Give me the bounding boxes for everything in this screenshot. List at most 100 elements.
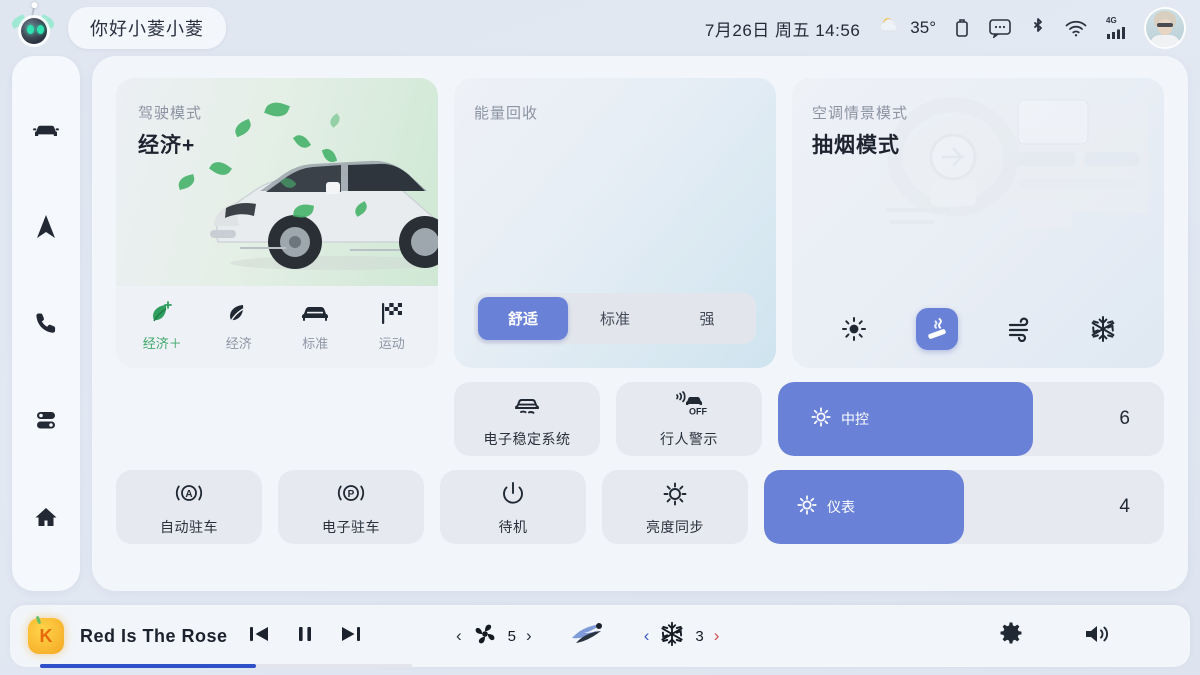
instrument-value: 4 — [1119, 496, 1130, 518]
assistant-orb-icon[interactable] — [10, 5, 56, 51]
ac-scene-selector — [812, 308, 1144, 350]
standby-label: 待机 — [499, 517, 528, 537]
energy-option-standard[interactable]: 标准 — [570, 297, 660, 340]
album-art-icon[interactable]: K — [28, 618, 64, 654]
fan-increase-button[interactable]: › — [526, 626, 532, 646]
pause-icon[interactable] — [296, 624, 314, 649]
drive-mode-label-standard: 标准 — [302, 333, 328, 352]
energy-option-strong[interactable]: 强 — [662, 297, 752, 340]
brightness-sync-label: 亮度同步 — [646, 517, 704, 537]
usb-icon[interactable] — [954, 17, 970, 39]
gear-icon[interactable] — [998, 621, 1024, 652]
temperature-value: 3 — [695, 628, 703, 645]
snowflake-icon — [659, 621, 685, 652]
climate-controls: ‹ 5 › ‹ — [456, 619, 719, 654]
brightness-sync-tile[interactable]: 亮度同步 — [602, 470, 748, 544]
sidebar-item-media-list[interactable] — [24, 398, 68, 442]
fan-speed-stepper[interactable]: ‹ 5 › — [456, 622, 532, 651]
drive-mode-option-sport[interactable]: 运动 — [359, 300, 425, 352]
checkered-flag-icon — [379, 300, 405, 326]
snowflake-icon[interactable] — [1082, 308, 1124, 350]
drive-mode-label-sport: 运动 — [379, 333, 405, 352]
sidebar-item-phone[interactable] — [24, 301, 68, 345]
weather-widget[interactable]: 35° — [878, 15, 936, 42]
fan-decrease-button[interactable]: ‹ — [456, 626, 462, 646]
assistant-greeting[interactable]: 你好小菱小菱 — [68, 7, 226, 49]
epb-label: 电子驻车 — [322, 517, 380, 537]
energy-recovery-card[interactable]: 能量回收 舒适 标准 强 — [454, 78, 776, 368]
bottom-dock: K Red Is The Rose — [10, 605, 1190, 667]
cigarette-icon[interactable] — [916, 308, 958, 350]
main-layout: 驾驶模式 经济+ — [0, 56, 1200, 591]
pedestrian-warning-label: 行人警示 — [660, 429, 718, 449]
energy-recovery-segment: 舒适 标准 强 — [474, 293, 756, 344]
esc-label: 电子稳定系统 — [484, 429, 571, 449]
middle-tile-row: 电子稳定系统 OFF 行人警示 — [116, 382, 1164, 456]
wifi-icon[interactable] — [1064, 18, 1088, 38]
seat-airflow-icon[interactable] — [566, 619, 610, 654]
drive-mode-selector: 经济＋ 经济 — [116, 286, 438, 368]
auto-hold-tile[interactable]: A 自动驻车 — [116, 470, 262, 544]
user-avatar[interactable] — [1146, 9, 1184, 47]
fan-icon — [472, 622, 498, 651]
brightness-sync-icon — [661, 478, 689, 510]
esc-icon — [511, 390, 543, 422]
esc-tile[interactable]: 电子稳定系统 — [454, 382, 600, 456]
svg-text:A: A — [185, 489, 192, 500]
center-console-label: 中控 — [841, 409, 869, 429]
instrument-brightness-slider[interactable]: 仪表 4 — [764, 470, 1164, 544]
album-glyph: K — [40, 626, 53, 647]
epb-icon: P — [335, 478, 367, 510]
temp-increase-button[interactable]: › — [714, 626, 720, 646]
drive-mode-label: 驾驶模式 — [138, 102, 202, 123]
pedestrian-warning-icon: OFF — [667, 390, 711, 422]
top-card-row: 驾驶模式 经济+ — [116, 78, 1164, 368]
status-bar: 你好小菱小菱 7月26日 周五 14:56 35° — [0, 0, 1200, 56]
drive-mode-option-eco[interactable]: 经济 — [206, 300, 272, 352]
auto-hold-label: 自动驻车 — [160, 517, 218, 537]
row-spacer — [116, 382, 438, 456]
network-type-label: 4G — [1106, 17, 1117, 25]
media-progress-bar[interactable] — [40, 664, 412, 668]
drive-mode-value: 经济+ — [138, 129, 202, 159]
signal-4g-icon[interactable]: 4G — [1106, 17, 1128, 39]
datetime-label: 7月26日 周五 14:56 — [705, 16, 860, 41]
ac-scene-label: 空调情景模式 — [812, 102, 1144, 123]
center-console-brightness-slider[interactable]: 中控 6 — [778, 382, 1164, 456]
center-console-value: 6 — [1119, 408, 1130, 430]
sidebar-item-navigation[interactable] — [24, 205, 68, 249]
temperature-stepper[interactable]: ‹ 3 › — [644, 621, 720, 652]
energy-recovery-label: 能量回收 — [474, 102, 756, 123]
fan-speed-value: 5 — [508, 628, 516, 645]
sidebar — [12, 56, 80, 591]
brightness-icon — [810, 406, 832, 433]
next-track-icon[interactable] — [340, 624, 362, 649]
instrument-label: 仪表 — [827, 497, 855, 517]
message-icon[interactable] — [988, 18, 1012, 38]
auto-hold-icon: A — [173, 478, 205, 510]
temp-decrease-button[interactable]: ‹ — [644, 626, 650, 646]
drive-mode-option-eco-plus[interactable]: 经济＋ — [129, 300, 195, 352]
media-widget: K Red Is The Rose — [10, 618, 430, 654]
bluetooth-icon[interactable] — [1030, 16, 1046, 40]
drive-mode-card[interactable]: 驾驶模式 经济+ — [116, 78, 438, 368]
temperature-label: 35° — [910, 18, 936, 38]
leaf-plus-icon — [149, 300, 175, 326]
media-controls — [248, 624, 362, 649]
ac-scene-card[interactable]: 空调情景模式 抽烟模式 — [792, 78, 1164, 368]
sun-icon[interactable] — [833, 308, 875, 350]
sidebar-item-home[interactable] — [24, 495, 68, 539]
content-panel: 驾驶模式 经济+ — [92, 56, 1188, 591]
volume-icon[interactable] — [1082, 621, 1112, 652]
energy-option-comfort[interactable]: 舒适 — [478, 297, 568, 340]
brightness-icon — [796, 494, 818, 521]
pedestrian-warning-tile[interactable]: OFF 行人警示 — [616, 382, 762, 456]
track-title: Red Is The Rose — [80, 626, 228, 647]
standby-tile[interactable]: 待机 — [440, 470, 586, 544]
airflow-icon[interactable] — [999, 308, 1041, 350]
sidebar-item-car[interactable] — [24, 108, 68, 152]
previous-track-icon[interactable] — [248, 624, 270, 649]
epb-tile[interactable]: P 电子驻车 — [278, 470, 424, 544]
drive-mode-option-standard[interactable]: 标准 — [282, 300, 348, 352]
bottom-tile-row: A 自动驻车 P 电子驻车 — [116, 470, 1164, 544]
